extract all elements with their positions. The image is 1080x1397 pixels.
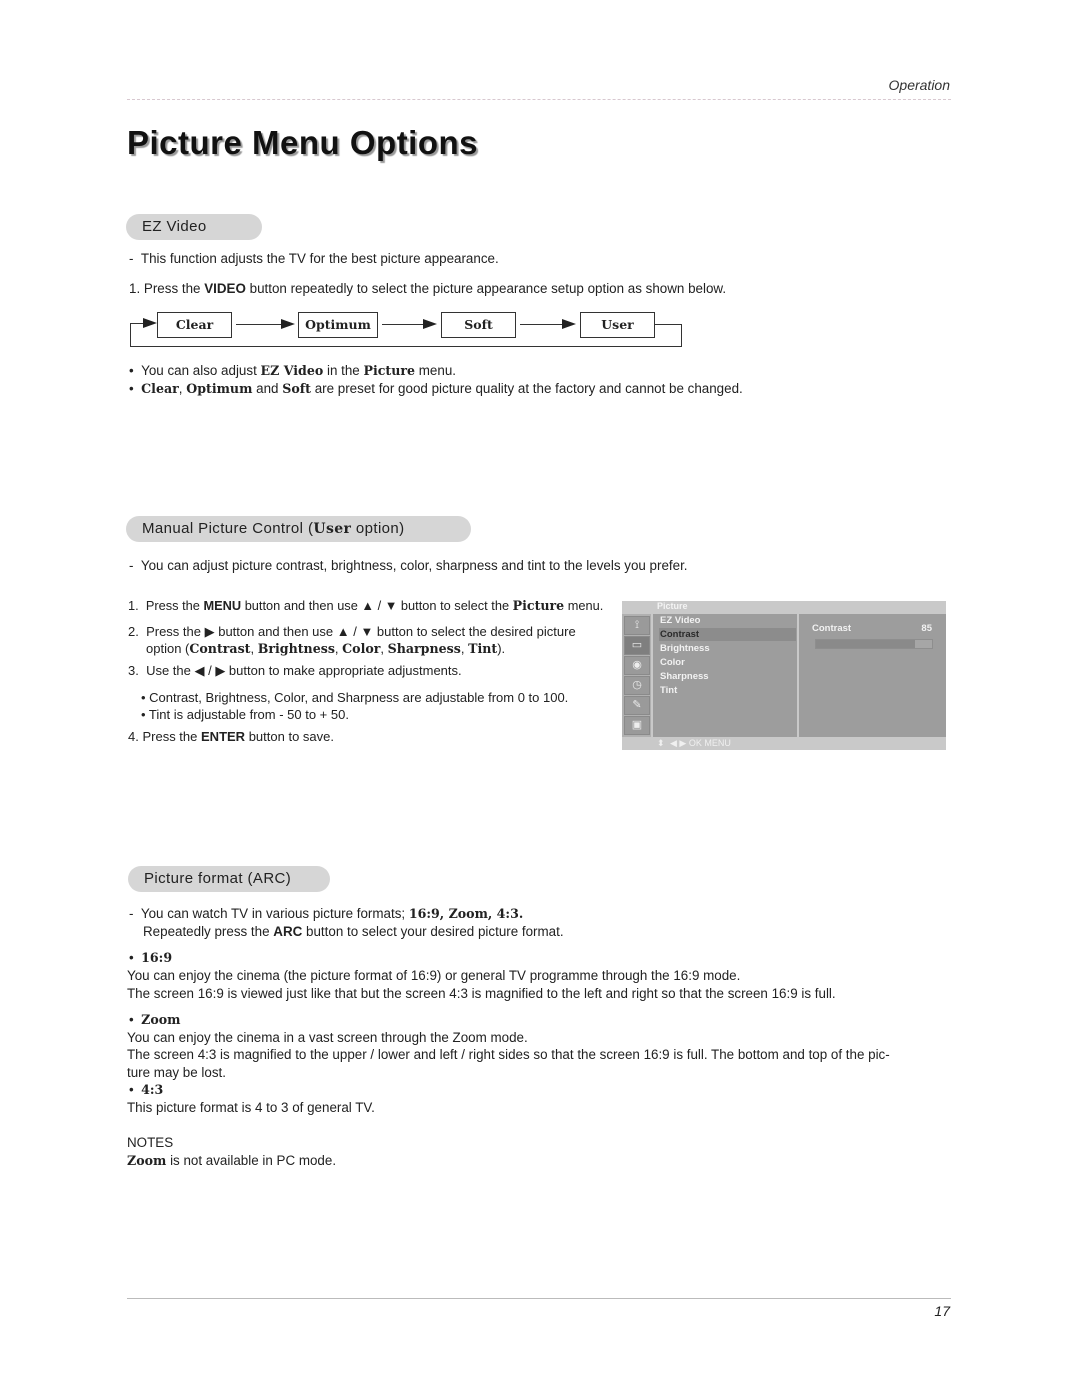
flow-step-soft: Soft xyxy=(441,312,516,338)
osd-title: Picture xyxy=(657,601,688,611)
flow-step-optimum: Optimum xyxy=(298,312,378,338)
format-zoom-label: • Zoom xyxy=(129,1012,181,1027)
flow-step-user: User xyxy=(580,312,655,338)
manual-step-1: 1. Press the MENU button and then use ▲ … xyxy=(128,598,604,613)
manual-note-1: • Contrast, Brightness, Color, and Sharp… xyxy=(141,690,569,705)
ez-video-bullet-1: • You can also adjust EZ Video in the Pi… xyxy=(129,363,456,378)
osd-icon-column: ⟟ ▭ ◉ ◷ ✎ ▣ xyxy=(622,614,651,737)
ez-video-intro: - This function adjusts the TV for the b… xyxy=(129,251,499,266)
osd-nav-bar: ⬍ ◀ ▶ OK MENU xyxy=(622,737,946,750)
osd-nav-hint: ◀ ▶ OK MENU xyxy=(670,738,731,748)
osd-item-tint[interactable]: Tint xyxy=(659,684,796,697)
arc-intro-2: Repeatedly press the ARC button to selec… xyxy=(143,924,564,939)
osd-item-sharpness[interactable]: Sharpness xyxy=(659,670,796,683)
format-zoom-desc-2: The screen 4:3 is magnified to the upper… xyxy=(127,1047,890,1062)
arrow-icon xyxy=(281,319,295,329)
arc-intro: - You can watch TV in various picture fo… xyxy=(129,906,524,921)
arrow-line xyxy=(382,324,427,325)
arrow-icon xyxy=(423,319,437,329)
osd-item-color[interactable]: Color xyxy=(659,656,796,669)
manual-step-4: 4. Press the ENTER button to save. xyxy=(128,729,334,744)
picture-icon: ▭ xyxy=(624,636,650,655)
osd-value-label: Contrast xyxy=(812,623,852,634)
clock-icon: ◷ xyxy=(624,676,650,695)
page-number: 17 xyxy=(934,1303,950,1319)
arrow-line xyxy=(236,324,286,325)
antenna-icon: ⟟ xyxy=(624,616,650,635)
notes-label: NOTES xyxy=(127,1135,174,1150)
osd-value-number: 85 xyxy=(921,623,932,634)
format-169-label: • 16:9 xyxy=(129,950,173,965)
speaker-icon: ◉ xyxy=(624,656,650,675)
osd-item-contrast[interactable]: Contrast xyxy=(659,628,796,641)
manual-note-2: • Tint is adjustable from - 50 to + 50. xyxy=(141,707,349,722)
format-169-desc-1: You can enjoy the cinema (the picture fo… xyxy=(127,968,741,983)
loop-line-top xyxy=(654,324,682,325)
ez-video-step-1: 1. Press the VIDEO button repeatedly to … xyxy=(129,281,727,296)
format-169-desc-2: The screen 16:9 is viewed just like that… xyxy=(127,986,836,1001)
arrow-icon xyxy=(562,319,576,329)
format-43-desc: This picture format is 4 to 3 of general… xyxy=(127,1100,375,1115)
manual-step-2: 2. Press the ▶ button and then use ▲ / ▼… xyxy=(128,624,576,639)
section-label: Operation xyxy=(888,77,950,93)
format-zoom-desc-1: You can enjoy the cinema in a vast scree… xyxy=(127,1030,528,1045)
footer-divider xyxy=(127,1298,951,1299)
format-zoom-desc-3: ture may be lost. xyxy=(127,1065,226,1080)
osd-item-ez-video[interactable]: EZ Video xyxy=(659,614,796,627)
loop-line-right xyxy=(681,324,682,347)
arrow-icon xyxy=(143,318,157,328)
osd-item-brightness[interactable]: Brightness xyxy=(659,642,796,655)
ez-video-bullet-2: • Clear, Optimum and Soft are preset for… xyxy=(129,381,743,396)
tv-osd-picture-menu: Picture ⟟ ▭ ◉ ◷ ✎ ▣ EZ Video Contrast Br… xyxy=(622,601,946,750)
arrow-line xyxy=(520,324,566,325)
manual-step-2-options: option (Contrast, Brightness, Color, Sha… xyxy=(146,641,506,656)
osd-menu-list: EZ Video Contrast Brightness Color Sharp… xyxy=(653,614,797,737)
loop-line-bottom xyxy=(130,346,682,347)
osd-level-slider[interactable] xyxy=(815,639,933,649)
notes-text: Zoom is not available in PC mode. xyxy=(127,1153,337,1168)
osd-value-panel: Contrast 85 xyxy=(799,614,946,737)
ez-video-heading: EZ Video xyxy=(126,214,262,240)
page-title: Picture Menu Options xyxy=(127,124,479,161)
flow-step-clear: Clear xyxy=(157,312,232,338)
manual-step-3: 3. Use the ◀ / ▶ button to make appropri… xyxy=(128,663,462,678)
header-divider xyxy=(127,99,951,100)
osd-level-fill xyxy=(816,640,915,648)
manual-control-heading: Manual Picture Control (User option) xyxy=(126,516,471,542)
pc-icon: ▣ xyxy=(624,716,650,735)
arc-heading: Picture format (ARC) xyxy=(128,866,330,892)
updown-icon: ⬍ xyxy=(657,738,665,748)
loop-line-left xyxy=(130,323,131,346)
tools-icon: ✎ xyxy=(624,696,650,715)
manual-intro: - You can adjust picture contrast, brigh… xyxy=(129,558,688,573)
format-43-label: • 4:3 xyxy=(129,1082,164,1097)
